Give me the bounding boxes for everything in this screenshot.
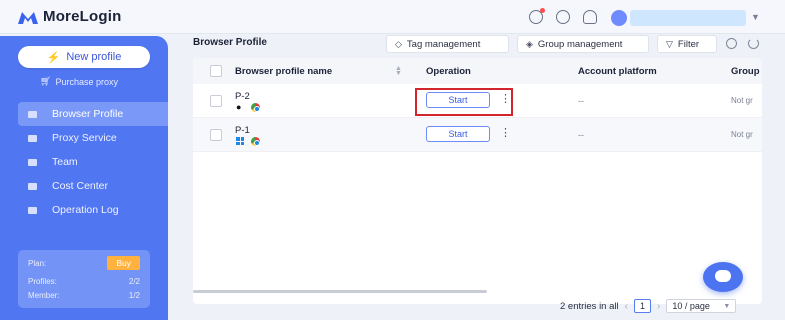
bell-icon[interactable] — [583, 10, 597, 24]
horizontal-scrollbar[interactable] — [193, 290, 487, 293]
app-name: MoreLogin — [43, 8, 122, 25]
wallet-icon — [28, 182, 37, 190]
column-header-account-platform: Account platform — [578, 66, 657, 77]
sidebar-item-operation-log[interactable]: Operation Log — [18, 198, 168, 222]
sidebar-item-label: Team — [52, 156, 78, 168]
column-header-group: Group — [731, 66, 760, 77]
sidebar-item-label: Proxy Service — [52, 132, 117, 144]
sidebar-item-label: Operation Log — [52, 204, 119, 216]
group-management-label: Group management — [537, 38, 623, 50]
sidebar-item-team[interactable]: Team — [18, 150, 168, 174]
table-header: Browser profile name ▲ ▼ Operation Accoun… — [193, 58, 762, 84]
member-value: 1/2 — [128, 290, 140, 300]
tag-management-button[interactable]: ◇ Tag management — [386, 35, 509, 53]
group-management-button[interactable]: ◈ Group management — [517, 35, 649, 53]
chat-support-icon[interactable] — [703, 262, 743, 292]
new-profile-button[interactable]: ⚡ New profile — [18, 46, 150, 68]
chrome-icon — [251, 103, 260, 112]
column-header-name: Browser profile name — [235, 66, 333, 77]
team-avatar-icon[interactable] — [611, 10, 627, 26]
profile-name: P-1 — [235, 125, 250, 136]
windows-icon — [236, 137, 244, 145]
page-size-value: 10 / page — [672, 301, 710, 311]
morelogin-logo-icon — [18, 10, 38, 24]
start-button[interactable]: Start — [426, 126, 490, 142]
buy-button[interactable]: Buy — [107, 256, 140, 270]
profile-name: P-2 — [235, 91, 250, 102]
page-title: Browser Profile — [193, 37, 267, 48]
headset-icon[interactable] — [556, 10, 570, 24]
layers-icon: ◈ — [526, 38, 533, 49]
purchase-proxy-link[interactable]: 🛒︎ Purchase proxy — [40, 76, 118, 87]
profiles-label: Profiles: — [28, 276, 57, 286]
apple-icon: ● — [236, 102, 242, 112]
gear-icon[interactable] — [726, 38, 737, 49]
sidebar: ⚡ New profile 🛒︎ Purchase proxy Browser … — [0, 36, 168, 320]
total-entries: 2 entries in all — [560, 300, 619, 312]
row-checkbox[interactable] — [210, 129, 222, 141]
row-checkbox[interactable] — [210, 95, 222, 107]
plan-card: Plan: Buy Profiles: 2/2 Member: 1/2 — [18, 250, 150, 308]
team-icon — [28, 158, 37, 166]
log-icon — [28, 206, 37, 214]
notification-dot — [540, 8, 545, 13]
sidebar-item-browser-profile[interactable]: Browser Profile — [18, 102, 168, 126]
filter-label: Filter — [677, 38, 700, 50]
group-value: Not gr — [731, 130, 753, 139]
cart-icon: 🛒︎ — [40, 76, 52, 86]
new-profile-label: New profile — [66, 51, 122, 63]
prev-page-icon[interactable]: ‹ — [625, 301, 628, 312]
plan-label: Plan: — [28, 258, 47, 268]
sidebar-item-label: Browser Profile — [52, 108, 124, 120]
filter-button[interactable]: ▽ Filter — [657, 35, 717, 53]
help-icon[interactable] — [529, 8, 545, 24]
sidebar-item-label: Cost Center — [52, 180, 109, 192]
pagination: 2 entries in all ‹ 1 › 10 / page ▼ — [560, 299, 737, 313]
column-header-operation: Operation — [426, 66, 471, 77]
top-bar: MoreLogin ▼ — [0, 0, 785, 34]
table-row[interactable]: P-1 Start ⋮ -- Not gr — [193, 118, 762, 152]
account-platform-value: -- — [578, 130, 584, 140]
highlight-annotation — [415, 88, 513, 116]
filter-icon: ▽ — [666, 38, 673, 49]
page-size-select[interactable]: 10 / page ▼ — [666, 299, 737, 313]
group-value: Not gr — [731, 96, 753, 105]
chevron-down-icon: ▼ — [723, 302, 731, 310]
chrome-icon — [251, 137, 260, 146]
profile-table: Browser profile name ▲ ▼ Operation Accoun… — [193, 58, 762, 304]
sort-icon[interactable]: ▲ ▼ — [395, 65, 402, 77]
more-options-icon[interactable]: ⋮ — [500, 128, 511, 139]
next-page-icon[interactable]: › — [657, 301, 660, 312]
account-platform-value: -- — [578, 96, 584, 106]
sidebar-item-cost-center[interactable]: Cost Center — [18, 174, 168, 198]
chevron-down-icon[interactable]: ▼ — [751, 12, 760, 22]
select-all-checkbox[interactable] — [210, 65, 222, 77]
browser-icon — [28, 110, 37, 118]
tag-management-label: Tag management — [406, 38, 481, 50]
app-logo: MoreLogin — [18, 8, 121, 25]
current-page[interactable]: 1 — [633, 299, 651, 313]
member-label: Member: — [28, 290, 60, 300]
account-name-field[interactable] — [630, 10, 746, 26]
sidebar-item-proxy-service[interactable]: Proxy Service — [18, 126, 168, 150]
proxy-icon — [28, 134, 37, 142]
sidebar-nav: Browser Profile Proxy Service Team Cost … — [18, 102, 168, 222]
profiles-value: 2/2 — [128, 276, 140, 286]
purchase-proxy-label: Purchase proxy — [55, 76, 118, 87]
refresh-icon[interactable] — [748, 38, 759, 49]
bolt-icon: ⚡ — [46, 51, 61, 64]
tag-icon: ◇ — [395, 38, 402, 49]
